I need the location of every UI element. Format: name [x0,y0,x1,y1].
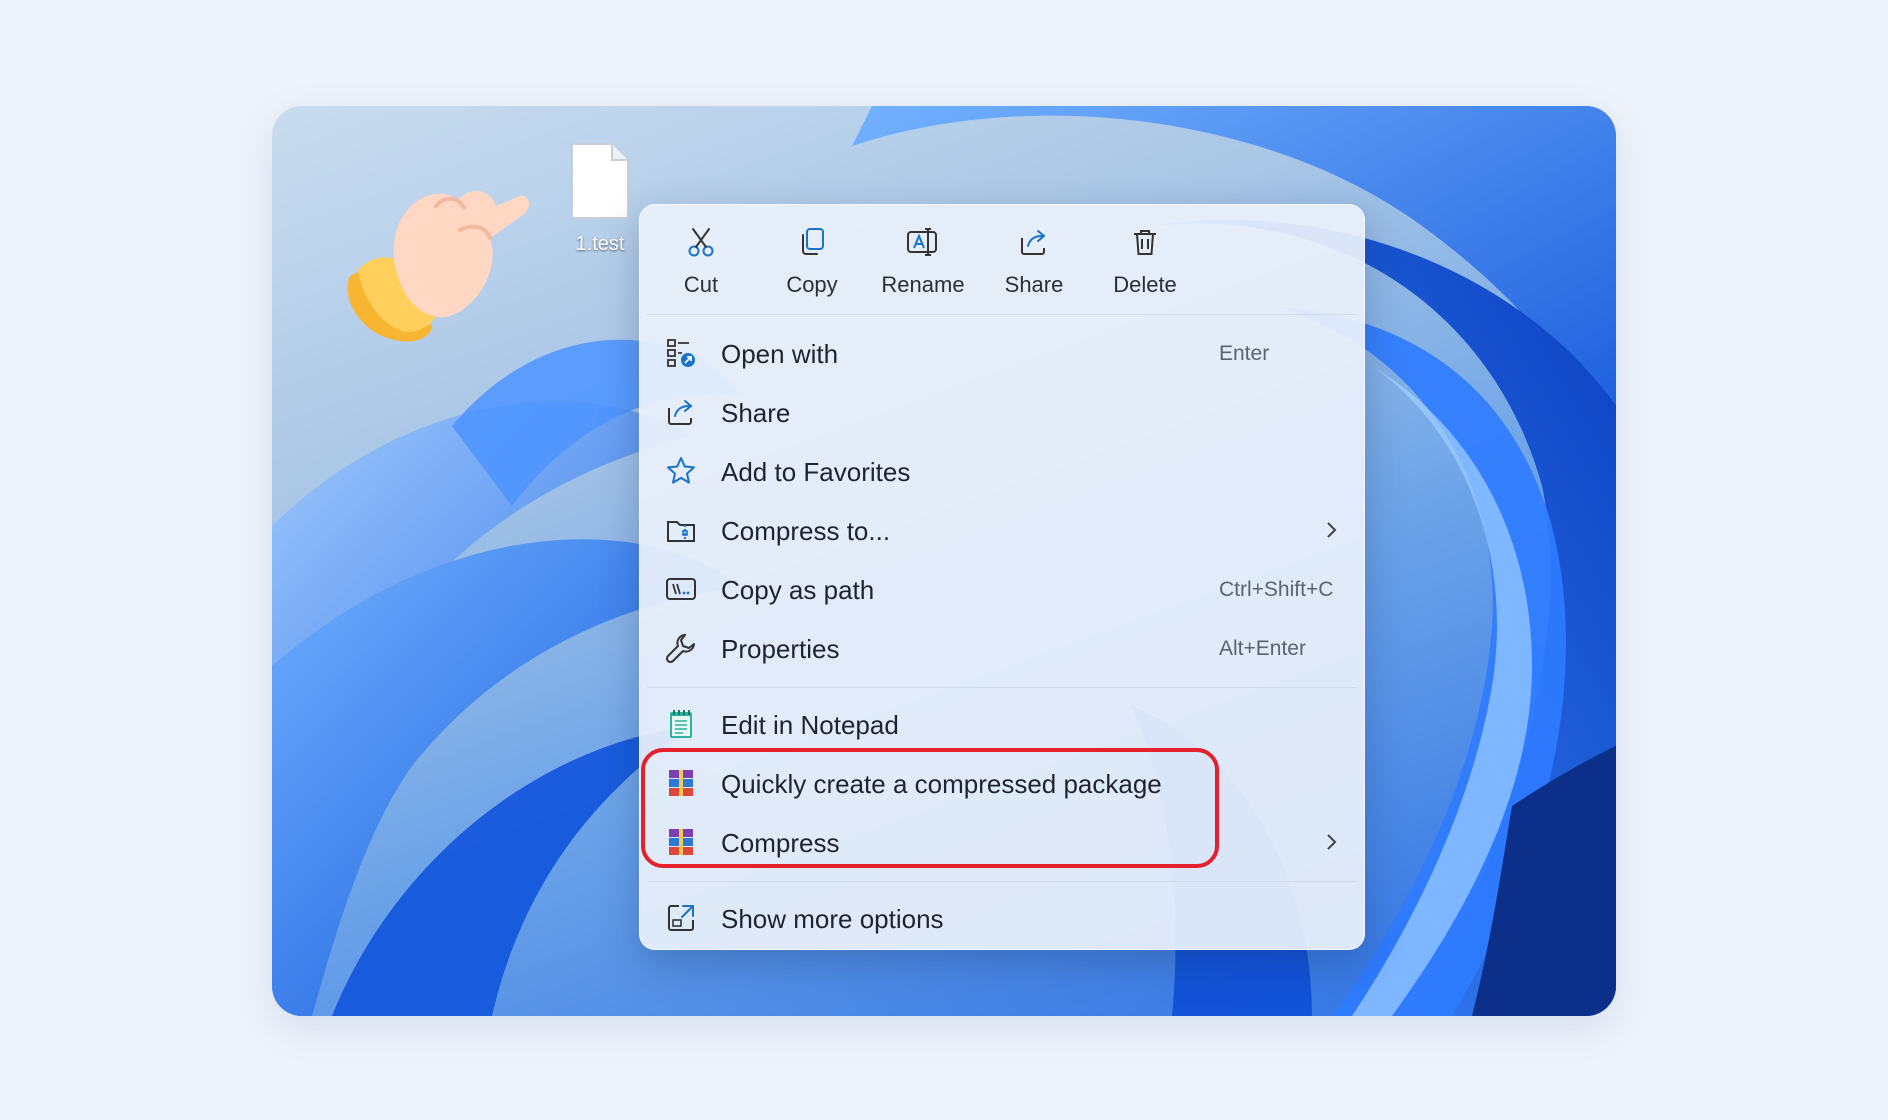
share-label: Share [1004,272,1064,297]
menu-item-compress-to[interactable]: Compress to... [649,502,1355,558]
menu-item-label: Show more options [721,904,944,934]
menu-item-label: Copy as path [721,575,875,605]
menu-item-share[interactable]: Share [649,384,1355,440]
rename-button[interactable]: Rename [873,222,973,308]
desktop-screenshot: 1.test Cut Copy Rename Share Delete Open… [272,106,1616,1016]
menu-item-label: Add to Favorites [721,457,911,487]
file-name-label: 1.test [575,233,625,255]
menu-item-label: Compress to... [721,516,891,546]
menu-item-label: Share [721,398,791,428]
menu-item-show-more-options[interactable]: Show more options [649,890,1355,946]
share-toolbar-button[interactable]: Share [984,222,1084,308]
pointing-hand-icon [347,190,529,342]
delete-button[interactable]: Delete [1095,222,1195,308]
menu-item-label: Open with [721,339,839,369]
wrench-icon [665,634,695,664]
rename-label: Rename [881,272,965,297]
scissors-icon [688,228,714,257]
copy-icon [802,228,824,255]
menu-item-add-to-favorites[interactable]: Add to Favorites [649,443,1355,499]
more-options-icon [668,905,694,931]
menu-item-properties[interactable]: Properties Alt+Enter [649,620,1355,676]
rename-icon [907,228,937,256]
zip-folder-icon [667,521,695,542]
notepad-icon [670,710,692,738]
cut-label: Cut [683,272,719,297]
copy-button[interactable]: Copy [762,222,862,308]
trash-icon [1134,230,1156,255]
open-with-icon [667,339,695,367]
menu-separator [647,687,1357,688]
shortcut-hint: Ctrl+Shift+C [1219,578,1334,601]
delete-label: Delete [1113,272,1177,297]
menu-item-label: Properties [721,634,840,664]
copy-label: Copy [786,272,838,297]
path-icon [666,578,696,600]
menu-separator [647,314,1357,315]
highlight-box [641,748,1219,868]
desktop-file-1-test[interactable]: 1.test [568,142,632,256]
menu-item-label: Edit in Notepad [721,710,899,740]
menu-item-edit-in-notepad[interactable]: Edit in Notepad [649,696,1355,752]
star-icon [667,457,695,484]
cut-button[interactable]: Cut [651,222,751,308]
menu-item-copy-as-path[interactable]: Copy as path Ctrl+Shift+C [649,561,1355,617]
shortcut-hint: Alt+Enter [1219,637,1306,660]
share-icon [668,400,693,425]
blank-file-icon [571,143,629,219]
menu-separator [647,881,1357,882]
shortcut-hint: Enter [1219,342,1270,365]
menu-item-open-with[interactable]: Open with Enter [649,325,1355,381]
chevron-right-icon [1327,834,1337,850]
context-menu-toolbar: Cut Copy Rename Share Delete [639,204,1365,314]
chevron-right-icon [1327,522,1337,538]
share-icon [1021,230,1046,255]
